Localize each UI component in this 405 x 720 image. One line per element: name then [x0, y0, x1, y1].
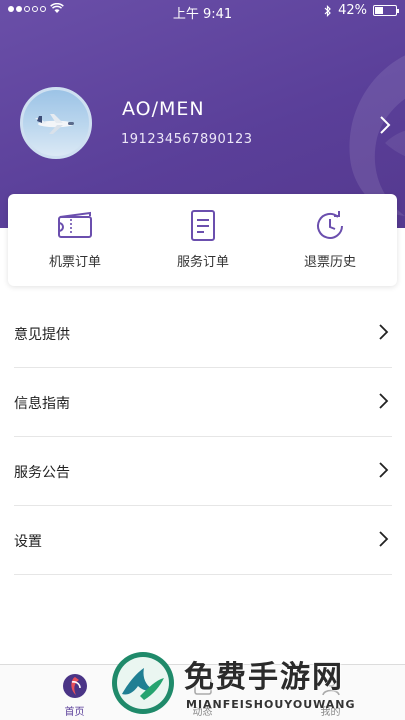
watermark-subtitle: MIANFEISHOUYOUWANG [186, 698, 356, 711]
order-item-label: 机票订单 [48, 255, 101, 270]
menu-item-service-notices[interactable]: 服务公告 [14, 438, 392, 506]
chevron-right-icon [379, 531, 389, 547]
document-icon [191, 210, 215, 241]
menu-item-label: 信息指南 [14, 396, 70, 412]
site-watermark: 免费手游网 MIANFEISHOUYOUWANG [106, 646, 405, 720]
chevron-right-icon [379, 324, 389, 340]
airplane-photo-icon [35, 114, 74, 134]
battery-percent: 42% [338, 3, 367, 18]
order-item-flight-tickets[interactable]: 机票订单 [10, 194, 140, 286]
menu-item-label: 服务公告 [14, 465, 70, 481]
user-phone: 191234567890123 [121, 132, 253, 147]
order-item-refund-history[interactable]: 退票历史 [265, 194, 395, 286]
watermark-title: 免费手游网 [184, 660, 344, 695]
order-item-label: 服务订单 [176, 255, 229, 270]
orders-card: 机票订单 服务订单 退票历史 [8, 194, 397, 286]
ticket-icon [58, 211, 92, 238]
menu-item-label: 设置 [14, 534, 42, 550]
order-item-label: 退票历史 [303, 255, 356, 270]
menu-item-info-guide[interactable]: 信息指南 [14, 369, 392, 437]
order-item-service-orders[interactable]: 服务订单 [138, 194, 268, 286]
user-name: AO/MEN [122, 98, 205, 120]
menu-item-settings[interactable]: 设置 [14, 507, 392, 575]
history-clock-icon [317, 211, 343, 239]
status-bar: 上午 9:41 42% [0, 0, 405, 22]
chevron-right-icon [379, 393, 389, 409]
battery-icon [373, 5, 399, 16]
watermark-logo-icon [112, 652, 174, 714]
chevron-right-icon[interactable] [376, 114, 394, 136]
bluetooth-icon [324, 4, 331, 17]
home-logo-icon [63, 674, 87, 698]
avatar[interactable] [20, 87, 92, 159]
chevron-right-icon [379, 462, 389, 478]
menu-item-feedback[interactable]: 意见提供 [14, 300, 392, 368]
menu-item-label: 意见提供 [14, 327, 70, 343]
